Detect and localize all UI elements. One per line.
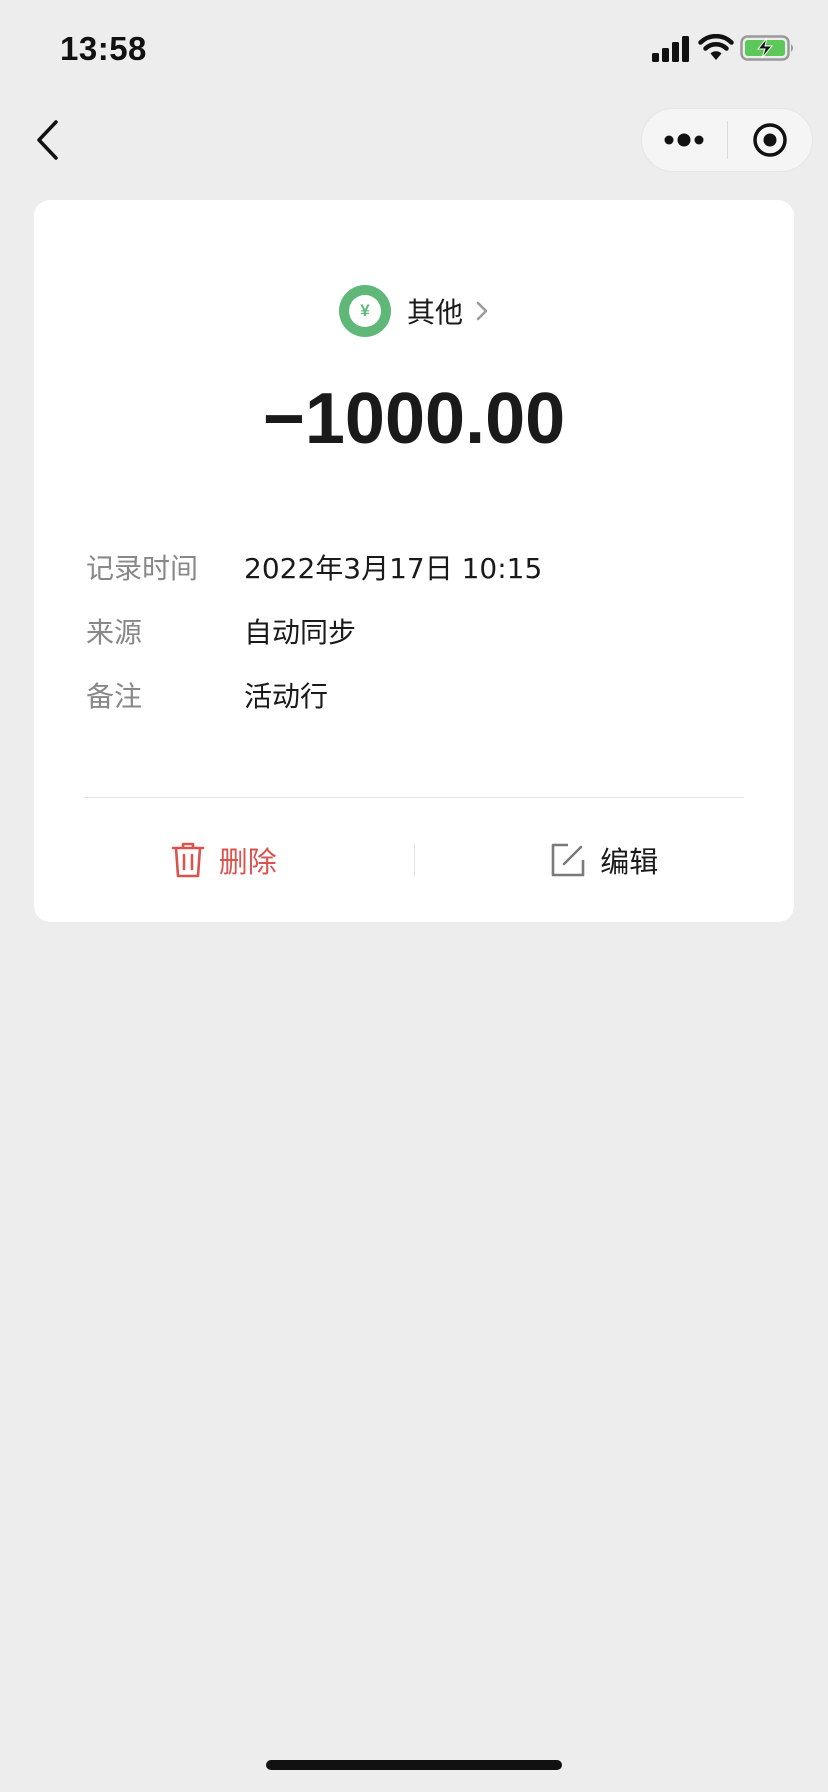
category-selector[interactable]: ¥ 其他: [34, 285, 794, 337]
battery-charging-icon: [740, 35, 793, 61]
detail-row-note: 备注 活动行: [86, 663, 746, 727]
trash-icon: [171, 842, 205, 878]
yuan-coin-icon: ¥: [338, 285, 391, 337]
detail-label: 记录时间: [86, 552, 199, 585]
category-label: 其他: [406, 296, 463, 329]
action-bar: 删除 编辑: [34, 798, 794, 922]
detail-label: 来源: [86, 616, 143, 649]
record-details: 记录时间 2022年3月17日 10:15 来源 自动同步 备注 活动行: [86, 535, 746, 727]
close-button[interactable]: [728, 109, 813, 171]
wifi-icon: [698, 34, 734, 60]
yuan-glyph: ¥: [348, 295, 381, 327]
delete-label: 删除: [218, 845, 277, 879]
chevron-right-icon: [476, 301, 488, 321]
detail-label: 备注: [86, 680, 143, 713]
home-indicator: [266, 1760, 562, 1770]
record-card: ¥ 其他 −1000.00 记录时间 2022年3月17日 10:15 来源 自…: [34, 200, 794, 922]
amount: −1000.00: [262, 379, 566, 459]
status-time: 13:58: [60, 30, 147, 67]
detail-row-time: 记录时间 2022年3月17日 10:15: [86, 535, 746, 599]
target-circle-icon: [753, 123, 787, 157]
detail-value: 自动同步: [244, 616, 357, 649]
edit-label: 编辑: [600, 845, 659, 879]
signal-icon: [652, 36, 689, 62]
status-bar: 13:58: [0, 0, 828, 100]
detail-row-source: 来源 自动同步: [86, 599, 746, 663]
delete-button[interactable]: 删除: [34, 798, 414, 922]
edit-button[interactable]: 编辑: [415, 798, 795, 922]
detail-value: 活动行: [244, 680, 329, 713]
chevron-left-icon: [37, 120, 58, 160]
more-button[interactable]: [642, 109, 727, 171]
more-dots-icon: [664, 133, 704, 147]
back-button[interactable]: [22, 112, 72, 168]
mini-program-capsule: [641, 108, 813, 172]
edit-icon: [551, 843, 585, 877]
detail-value: 2022年3月17日 10:15: [244, 552, 543, 585]
